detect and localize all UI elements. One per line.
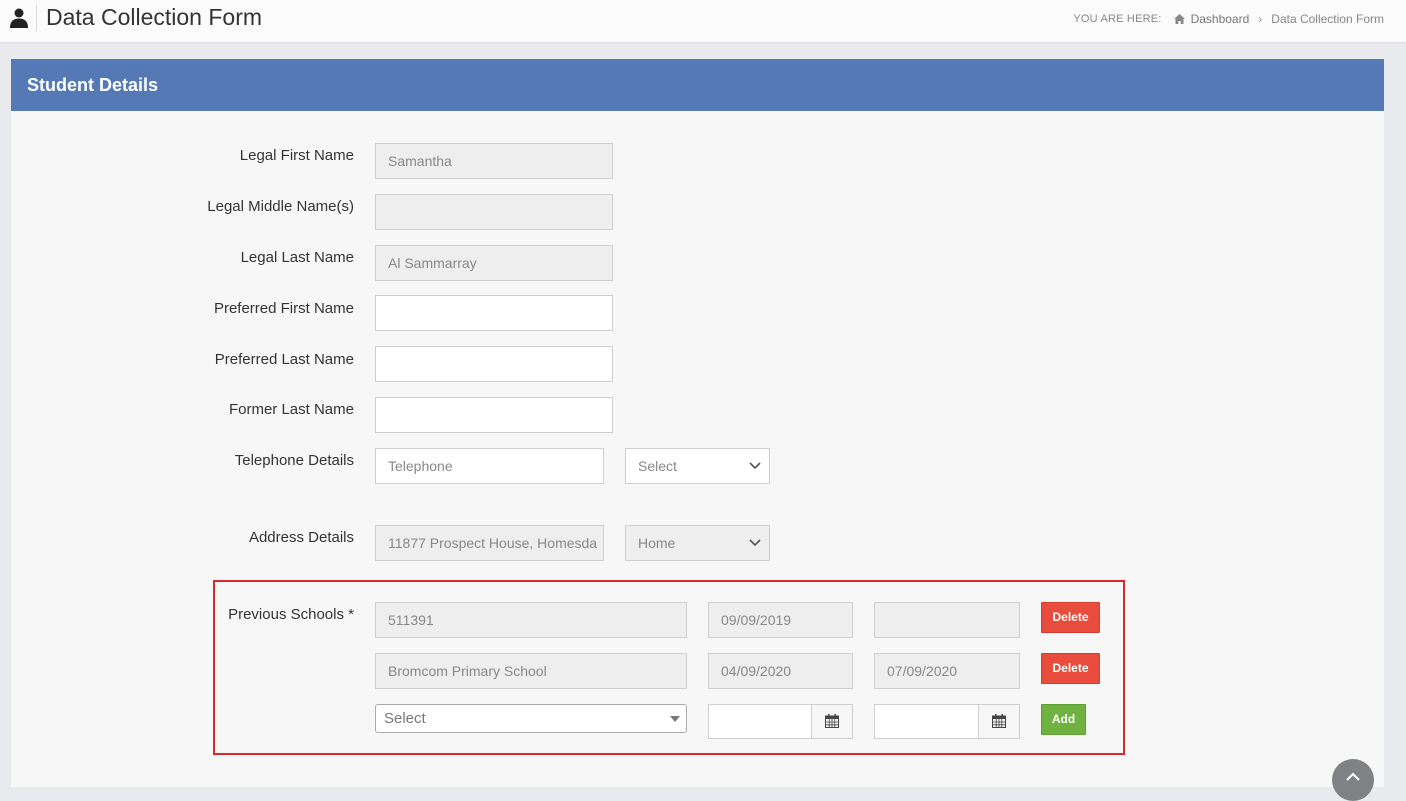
- calendar-icon: [825, 714, 839, 728]
- home-icon[interactable]: [1173, 14, 1185, 24]
- add-school-button[interactable]: Add: [1041, 704, 1086, 735]
- previous-school-name[interactable]: 511391: [375, 602, 687, 638]
- scroll-to-top-button[interactable]: [1332, 759, 1374, 801]
- calendar-icon: [992, 714, 1006, 728]
- previous-school-end-date[interactable]: [874, 602, 1020, 638]
- telephone-input[interactable]: Telephone: [375, 448, 604, 484]
- new-school-end-date[interactable]: [874, 704, 1020, 739]
- legal-last-name-input[interactable]: Al Sammarray: [375, 245, 613, 281]
- delete-school-button[interactable]: Delete: [1041, 653, 1100, 684]
- page-title: Data Collection Form: [46, 4, 263, 30]
- legal-first-name-label: Legal First Name: [239, 147, 354, 164]
- address-details-label: Address Details: [248, 529, 354, 546]
- chevron-down-icon: [749, 539, 761, 547]
- new-school-select-placeholder: Select: [384, 710, 426, 727]
- breadcrumb-prefix: YOU ARE HERE:: [1073, 13, 1162, 25]
- former-last-name-label: Former Last Name: [228, 401, 354, 418]
- top-bar: Data Collection Form YOU ARE HERE: Dashb…: [0, 0, 1406, 43]
- breadcrumb: YOU ARE HERE: Dashboard › Data Collectio…: [1073, 12, 1384, 26]
- telephone-type-value: Select: [638, 458, 677, 474]
- chevron-up-icon: [1346, 772, 1360, 781]
- legal-last-name-label: Legal Last Name: [240, 249, 354, 266]
- panel-title: Student Details: [27, 75, 159, 95]
- caret-down-icon: [670, 716, 680, 722]
- end-date-picker-button[interactable]: [978, 705, 1019, 738]
- title-divider: [36, 5, 37, 31]
- user-icon: [10, 8, 28, 28]
- new-school-start-date[interactable]: [708, 704, 853, 739]
- chevron-down-icon: [749, 462, 761, 470]
- legal-first-name-input[interactable]: Samantha: [375, 143, 613, 179]
- former-last-name-input[interactable]: [375, 397, 613, 433]
- panel-header: Student Details: [11, 59, 1384, 111]
- preferred-last-name-label: Preferred Last Name: [214, 351, 354, 368]
- previous-school-end-date[interactable]: 07/09/2020: [874, 653, 1020, 689]
- address-input[interactable]: 11877 Prospect House, Homesda: [375, 525, 604, 561]
- breadcrumb-current: Data Collection Form: [1271, 12, 1384, 26]
- new-school-select[interactable]: Select: [375, 704, 687, 733]
- telephone-details-label: Telephone Details: [234, 452, 354, 469]
- delete-school-button[interactable]: Delete: [1041, 602, 1100, 633]
- legal-middle-name-label: Legal Middle Name(s): [207, 198, 354, 215]
- preferred-first-name-input[interactable]: [375, 295, 613, 331]
- previous-schools-label: Previous Schools *: [228, 606, 354, 623]
- breadcrumb-dashboard-link[interactable]: Dashboard: [1191, 12, 1250, 26]
- previous-school-start-date[interactable]: 04/09/2020: [708, 653, 853, 689]
- previous-school-start-date[interactable]: 09/09/2019: [708, 602, 853, 638]
- legal-middle-name-input[interactable]: [375, 194, 613, 230]
- address-type-select[interactable]: Home: [625, 525, 770, 561]
- preferred-last-name-input[interactable]: [375, 346, 613, 382]
- telephone-type-select[interactable]: Select: [625, 448, 770, 484]
- address-type-value: Home: [638, 535, 676, 551]
- preferred-first-name-label: Preferred First Name: [213, 300, 354, 317]
- chevron-right-icon: ›: [1258, 12, 1263, 26]
- start-date-picker-button[interactable]: [811, 705, 852, 738]
- previous-school-name[interactable]: Bromcom Primary School: [375, 653, 687, 689]
